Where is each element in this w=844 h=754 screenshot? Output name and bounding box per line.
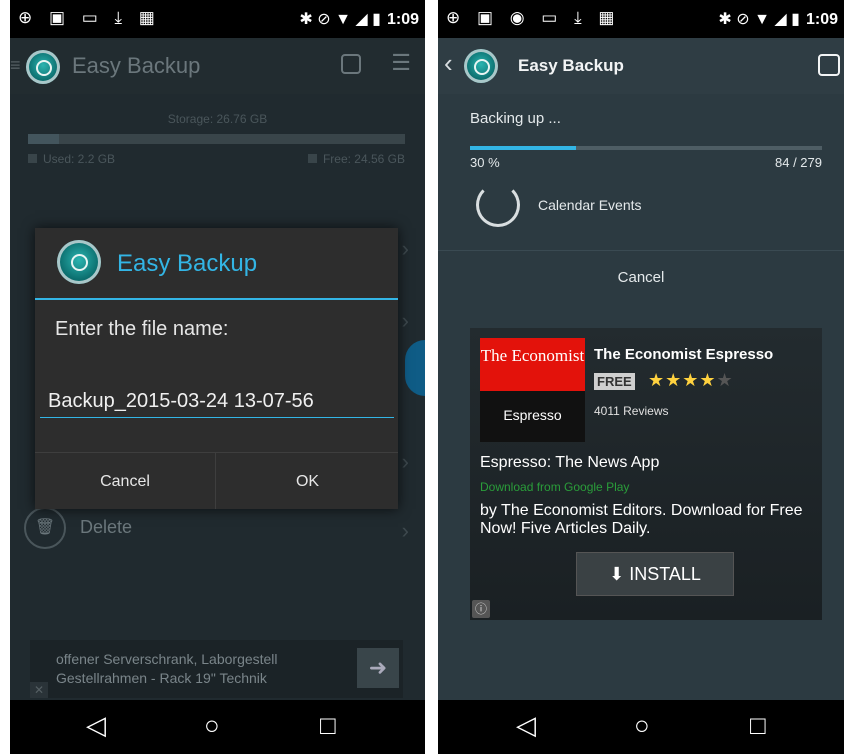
app-logo-icon[interactable]	[464, 49, 498, 83]
ad-close-icon[interactable]: ✕	[30, 682, 49, 698]
price-badge: FREE	[594, 373, 635, 390]
stop-icon[interactable]	[818, 54, 840, 76]
storage-used-fill	[28, 134, 59, 144]
progress-title: Backing up ...	[470, 110, 561, 127]
recents-icon[interactable]: □	[750, 710, 766, 741]
status-system-icons: ✱ ⊘ ▼ ◢ ▮	[718, 11, 800, 28]
economist-logo: The Economist Espresso	[480, 338, 585, 442]
ad-body: by The Economist Editors. Download for F…	[480, 502, 803, 537]
menu-chevron-icon: ›	[401, 518, 409, 543]
ad-banner[interactable]: offener Serverschrank, Laborgestell Geste…	[30, 640, 403, 698]
settings-sliders-icon[interactable]: ☰	[391, 50, 411, 76]
menu-item-delete[interactable]: 🗑 Delete	[24, 507, 132, 549]
menu-item-label: Delete	[80, 516, 133, 537]
status-time: 1:09	[805, 11, 838, 28]
ad-line-1: offener Serverschrank, Laborgestell	[56, 651, 278, 667]
action-bar: ‹ Easy Backup	[438, 38, 844, 94]
progress-bar	[470, 146, 822, 150]
used-swatch-icon	[28, 154, 37, 163]
ad-line-2: Gestellrahmen - Rack 19" Technik	[56, 670, 267, 686]
home-icon[interactable]: ○	[634, 710, 650, 741]
menu-chevron-icon: ›	[401, 308, 409, 333]
menu-chevron-icon: ›	[401, 449, 409, 474]
navigation-bar: ◁ ○ □	[438, 700, 844, 754]
app-title: Easy Backup	[72, 53, 201, 78]
progress-percent: 30 %	[470, 155, 500, 170]
info-icon[interactable]: ⓘ	[472, 600, 490, 618]
status-time: 1:09	[386, 11, 419, 28]
navigation-bar: ◁ ○ □	[10, 700, 425, 754]
status-notification-icons: ⊕ ▣ ▭ ⤓ ▦	[18, 8, 161, 27]
trash-icon: 🗑	[24, 507, 66, 549]
back-chevron-icon[interactable]: ‹	[444, 48, 453, 79]
logo-top: The Economist	[480, 338, 585, 391]
dialog-buttons: Cancel OK	[35, 452, 398, 509]
action-bar: ≡ Easy Backup ☰	[10, 38, 425, 94]
storage-used: Used: 2.2 GB	[28, 152, 115, 166]
filled-stars: ★★★★	[648, 370, 717, 390]
filename-dialog: Easy Backup Enter the file name: Cancel …	[35, 228, 398, 509]
dialog-title: Easy Backup	[117, 250, 258, 277]
app-logo-icon	[57, 240, 101, 284]
app-title: Easy Backup	[518, 56, 624, 75]
free-swatch-icon	[307, 154, 317, 163]
drawer-icon[interactable]: ≡	[10, 55, 21, 76]
menu-chevron-icon: ›	[401, 236, 409, 261]
loading-spinner-icon	[476, 183, 520, 227]
storage-bar	[28, 134, 405, 144]
divider	[438, 250, 844, 251]
cancel-button[interactable]: Cancel	[438, 262, 844, 292]
ok-button[interactable]: OK	[217, 453, 398, 509]
ad-card[interactable]: The Economist Espresso The Economist Esp…	[470, 328, 822, 620]
install-button[interactable]: ⬇ INSTALL	[576, 552, 734, 596]
ad-arrow-button[interactable]: ➜	[357, 648, 399, 688]
stop-icon[interactable]	[341, 54, 361, 74]
back-icon[interactable]: ◁	[516, 710, 536, 741]
status-system-icons: ✱ ⊘ ▼ ◢ ▮	[299, 11, 381, 28]
empty-star: ★	[716, 370, 734, 390]
storage-label: Storage: 26.76 GB	[167, 112, 268, 126]
review-count: 4011 Reviews	[594, 404, 669, 418]
app-logo-icon[interactable]	[26, 50, 60, 84]
logo-bottom: Espresso	[503, 407, 562, 423]
status-bar: ⊕ ▣ ◉ ▭ ⤓ ▦ ✱ ⊘ ▼ ◢ ▮ 1:09	[438, 0, 844, 38]
left-screen: ⊕ ▣ ▭ ⤓ ▦ ✱ ⊘ ▼ ◢ ▮ 1:09 ≡ Easy Backup ☰ …	[10, 0, 425, 754]
dialog-header: Easy Backup	[35, 228, 398, 300]
download-link[interactable]: Download from Google Play	[480, 480, 629, 494]
status-system-area: ✱ ⊘ ▼ ◢ ▮ 1:09	[299, 9, 419, 29]
filename-input[interactable]	[40, 388, 394, 418]
ad-app-name: The Economist Espresso	[594, 346, 774, 363]
rating-stars-icon: ★★★★★	[648, 370, 734, 391]
progress-fill	[470, 146, 576, 150]
status-notification-icons: ⊕ ▣ ◉ ▭ ⤓ ▦	[446, 8, 621, 27]
home-icon[interactable]: ○	[204, 710, 220, 741]
ad-banner-text: offener Serverschrank, Laborgestell Geste…	[56, 650, 278, 688]
status-system-area: ✱ ⊘ ▼ ◢ ▮ 1:09	[718, 9, 838, 29]
cancel-button[interactable]: Cancel	[35, 453, 216, 509]
recents-icon[interactable]: □	[320, 710, 336, 741]
back-icon[interactable]: ◁	[86, 710, 106, 741]
android-fab-icon[interactable]	[405, 340, 425, 396]
storage-free: Free: 24.56 GB	[307, 152, 405, 166]
progress-count: 84 / 279	[775, 155, 822, 170]
status-bar: ⊕ ▣ ▭ ⤓ ▦ ✱ ⊘ ▼ ◢ ▮ 1:09	[10, 0, 425, 38]
used-label: Used: 2.2 GB	[43, 152, 116, 166]
free-label: Free: 24.56 GB	[322, 152, 405, 166]
right-screen: ⊕ ▣ ◉ ▭ ⤓ ▦ ✱ ⊘ ▼ ◢ ▮ 1:09 ‹ Easy Backup …	[438, 0, 844, 754]
ad-headline: Espresso: The News App	[480, 454, 660, 471]
current-task: Calendar Events	[538, 197, 642, 213]
dialog-message: Enter the file name:	[55, 318, 229, 340]
